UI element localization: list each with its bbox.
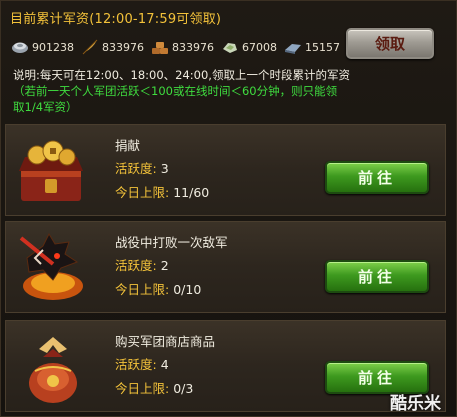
resource-value: 15157 <box>305 40 340 54</box>
task-item-shop: 购买军团商店商品 活跃度: 4 今日上限: 0/3 前往 <box>5 320 446 412</box>
task-activity: 活跃度: 4 <box>115 354 169 373</box>
task-limit: 今日上限: 0/10 <box>115 279 201 298</box>
task-activity: 活跃度: 2 <box>115 255 169 274</box>
limit-label: 今日上限: <box>115 381 170 396</box>
description-note: （若前一天个人军团活跃＜100或在线时间＜60分钟，则只能领 <box>13 84 338 98</box>
page-title: 目前累计军资(12:00-17:59可领取) <box>10 12 222 27</box>
limit-value: 11/60 <box>173 185 210 200</box>
limit-value: 0/3 <box>173 381 194 396</box>
resource-feather: 833976 <box>81 39 144 55</box>
wood-icon <box>151 39 169 55</box>
resource-value: 833976 <box>172 40 214 54</box>
resource-iron: 15157 <box>284 39 340 55</box>
claim-button[interactable]: 领取 <box>346 28 434 59</box>
limit-label: 今日上限: <box>115 282 170 297</box>
task-limit: 今日上限: 0/3 <box>115 378 193 397</box>
task-activity: 活跃度: 3 <box>115 158 169 177</box>
treasure-chest-icon <box>13 131 89 209</box>
limit-label: 今日上限: <box>115 185 170 200</box>
go-button[interactable]: 前往 <box>325 161 429 194</box>
military-supplies-panel: 目前累计军资(12:00-17:59可领取) 901238 833976 833… <box>0 0 457 417</box>
go-button[interactable]: 前往 <box>325 260 429 293</box>
wolf-emblem-icon <box>13 228 89 306</box>
jade-icon <box>221 39 239 55</box>
task-name: 购买军团商店商品 <box>115 334 216 349</box>
activity-label: 活跃度: <box>115 161 157 176</box>
resource-jade: 67008 <box>221 39 277 55</box>
feather-icon <box>81 39 99 55</box>
resource-value: 901238 <box>32 40 74 54</box>
resource-silver: 901238 <box>11 39 74 55</box>
activity-value: 4 <box>160 357 169 372</box>
task-item-battle: 战役中打败一次敌军 活跃度: 2 今日上限: 0/10 前往 <box>5 221 446 313</box>
task-item-donate: 捐献 活跃度: 3 今日上限: 11/60 前往 <box>5 124 446 216</box>
resource-bar: 901238 833976 833976 67008 15157 <box>11 37 347 57</box>
task-limit: 今日上限: 11/60 <box>115 182 209 201</box>
task-name: 战役中打败一次敌军 <box>115 235 228 250</box>
activity-label: 活跃度: <box>115 258 157 273</box>
description-text: 说明:每天可在12:00、18:00、24:00,领取上一个时段累计的军资 <box>13 68 350 82</box>
task-name: 捐献 <box>115 138 141 153</box>
limit-value: 0/10 <box>173 282 202 297</box>
activity-value: 2 <box>160 258 169 273</box>
activity-label: 活跃度: <box>115 357 157 372</box>
watermark: 酷乐米 <box>390 394 441 414</box>
resource-value: 833976 <box>102 40 144 54</box>
resource-wood: 833976 <box>151 39 214 55</box>
gift-bag-icon <box>13 327 89 405</box>
activity-value: 3 <box>160 161 169 176</box>
resource-value: 67008 <box>242 40 277 54</box>
silver-icon <box>11 39 29 55</box>
iron-icon <box>284 39 302 55</box>
description-note-cont: 取1/4军资） <box>13 100 78 114</box>
